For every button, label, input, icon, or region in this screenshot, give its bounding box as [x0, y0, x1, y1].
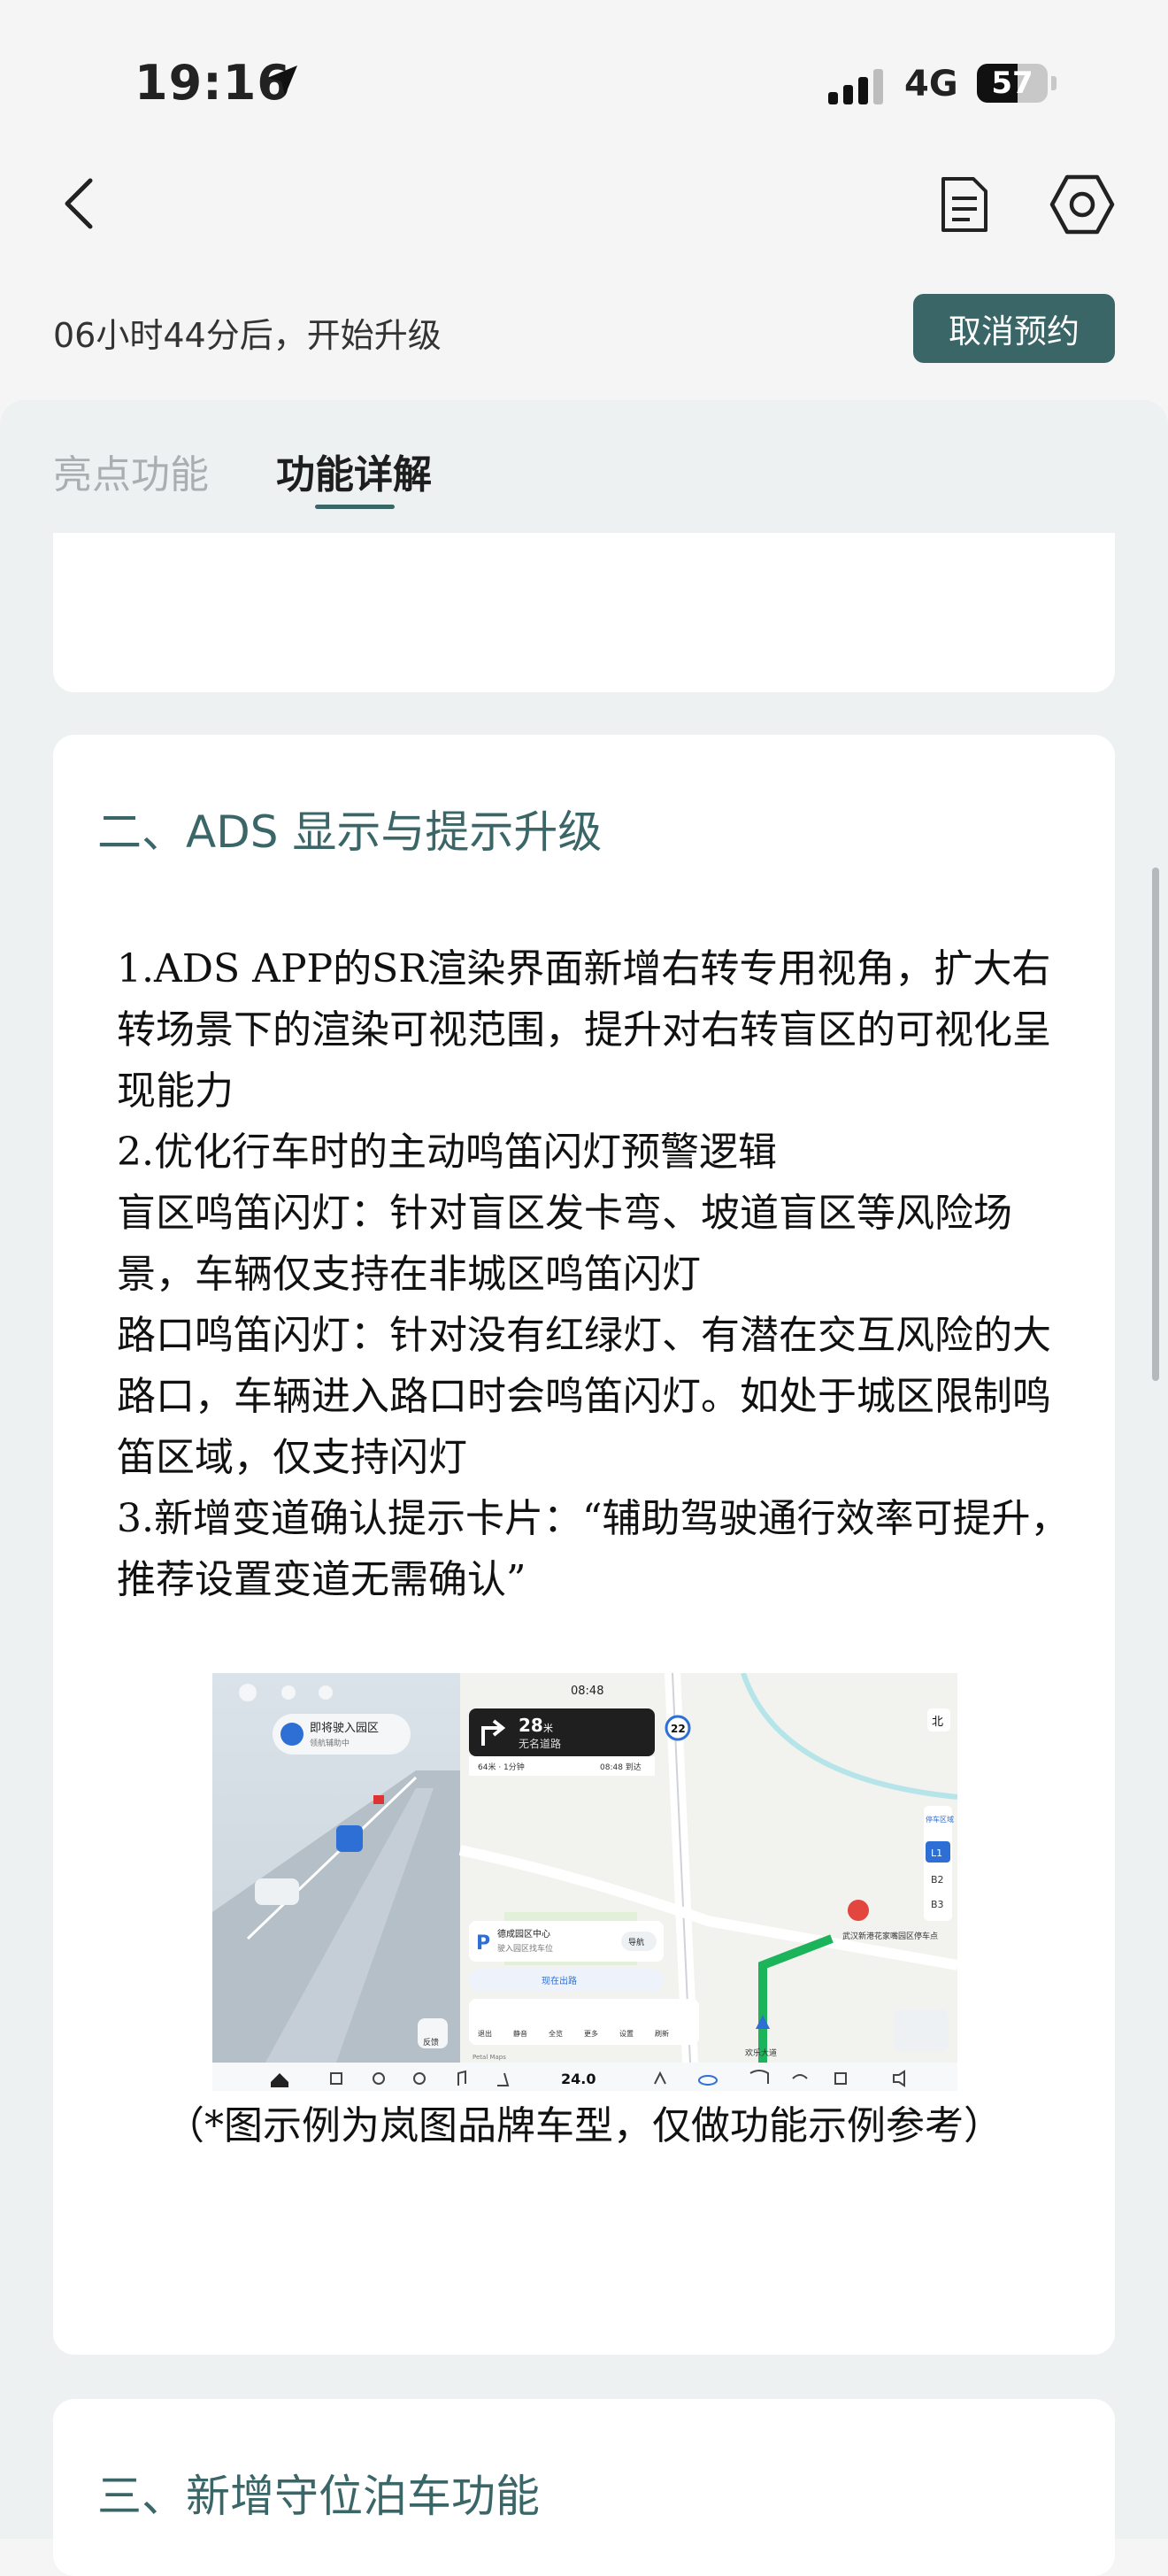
svg-text:P: P — [476, 1932, 490, 1955]
battery-icon: 57 — [977, 64, 1057, 103]
bottom-road-label: 欢乐大道 — [745, 2048, 777, 2058]
tab-highlights[interactable]: 亮点功能 — [53, 443, 209, 499]
dock-exit[interactable]: 退出 — [478, 2029, 492, 2038]
tab-details[interactable]: 功能详解 — [276, 443, 432, 499]
section-card-ads: 二、ADS 显示与提示升级 1.ADS APP的SR渲染界面新增右转专用视角，扩… — [53, 735, 1115, 2355]
dock-mute[interactable]: 静音 — [513, 2029, 527, 2038]
nearby-car-icon — [255, 1878, 299, 1905]
temperature-value[interactable]: 24.0 — [561, 2071, 596, 2087]
illustration-caption: （*图示例为岚图品牌车型，仅做功能示例参考） — [165, 2103, 1003, 2148]
map-brand-label: Petal Maps — [473, 2054, 506, 2061]
turn-road-name: 无名道路 — [519, 1737, 561, 1750]
dock-settings[interactable]: 设置 — [619, 2029, 634, 2038]
destination-marker — [848, 1900, 869, 1921]
cancel-reservation-button[interactable]: 取消预约 — [913, 294, 1115, 363]
dock-more[interactable]: 更多 — [584, 2029, 598, 2038]
parking-card-sub: 驶入园区找车位 — [497, 1943, 553, 1954]
park-entry-sub: 领航辅助中 — [310, 1738, 350, 1748]
map-dock — [469, 1999, 699, 2045]
speed-limit-value: 22 — [671, 1723, 686, 1735]
section-card-guard-parking: 三、新增守位泊车功能 — [53, 2399, 1115, 2576]
arrive-time: 08:48 到达 — [600, 1762, 642, 1772]
active-tab-indicator — [315, 505, 395, 509]
section-body: 1.ADS APP的SR渲染界面新增右转专用视角，扩大右转场景下的渲染可视范围，… — [117, 946, 1070, 1602]
settings-hexagon-icon[interactable] — [1049, 172, 1115, 237]
turn-distance: 28 — [519, 1715, 543, 1736]
turn-unit: 米 — [543, 1723, 553, 1734]
park-entry-text: 即将驶入园区 — [310, 1722, 379, 1735]
scrollbar[interactable] — [1152, 868, 1159, 1381]
dock-overview[interactable]: 全览 — [549, 2029, 563, 2038]
previous-section-card — [53, 533, 1115, 692]
car-view-thumb[interactable] — [894, 2009, 949, 2052]
floor-b2[interactable]: B2 — [931, 1874, 944, 1886]
cellular-signal-icon — [828, 69, 883, 104]
back-chevron-icon[interactable] — [53, 175, 106, 232]
poi-label: 武汉新港花家嘴园区停车点 — [842, 1931, 938, 1941]
section-title: 二、ADS 显示与提示升级 — [97, 806, 603, 858]
status-bar: 19:16 4G 57 — [0, 0, 1168, 142]
feature-illustration: 即将驶入园区 领航辅助中 反馈 武汉新港花家嘴园区停车点 08:48 28 米 … — [212, 1673, 957, 2091]
start-route-label: 现在出路 — [542, 1975, 577, 1986]
parking-area-label: 停车区域 — [926, 1815, 954, 1824]
document-icon[interactable] — [938, 174, 991, 235]
network-type: 4G — [904, 64, 958, 104]
route-info: 64米 · 1分钟 — [478, 1762, 525, 1772]
section-title: 三、新增守位泊车功能 — [97, 2471, 540, 2522]
tab-bar: 亮点功能 功能详解 — [0, 400, 1168, 533]
compass-label: 北 — [932, 1716, 943, 1729]
upgrade-schedule-row: 06小时44分后，开始升级 取消预约 — [0, 292, 1168, 363]
content-panel: 亮点功能 功能详解 二、ADS 显示与提示升级 1.ADS APP的SR渲染界面… — [0, 400, 1168, 2576]
floor-l1[interactable]: L1 — [931, 1847, 942, 1859]
feedback-label: 反馈 — [423, 2037, 439, 2048]
map-clock: 08:48 — [571, 1685, 603, 1698]
upgrade-countdown: 06小时44分后，开始升级 — [53, 316, 442, 355]
battery-level: 57 — [991, 66, 1034, 101]
parking-card-title: 德成园区中心 — [497, 1928, 550, 1940]
parking-navigate-label: 导航 — [628, 1937, 644, 1947]
floor-b3[interactable]: B3 — [931, 1899, 944, 1910]
dock-refresh[interactable]: 刷新 — [655, 2029, 669, 2038]
location-arrow-icon — [267, 66, 297, 96]
ego-car-icon — [336, 1825, 363, 1852]
nav-bar — [0, 159, 1168, 248]
